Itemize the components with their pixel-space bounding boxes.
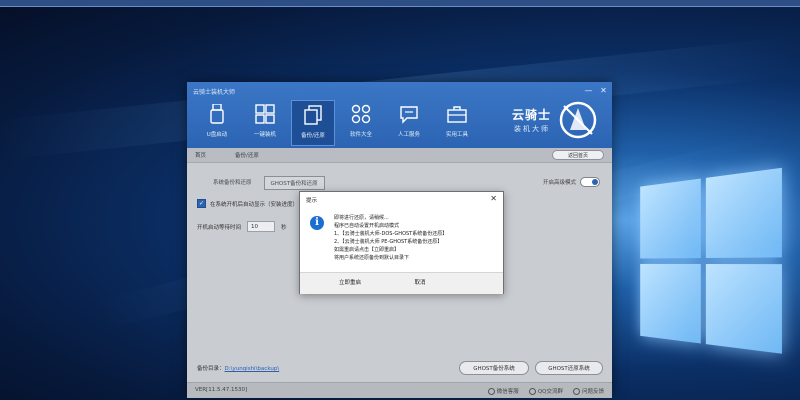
wait-time-label: 开机启动等待时间 bbox=[197, 223, 241, 231]
windows-logo-wallpaper bbox=[640, 167, 786, 359]
usb-icon bbox=[207, 104, 227, 124]
backup-dir-label: 备份目录： bbox=[197, 366, 225, 372]
dialog-line: 2、【云骑士装机大师 PE-GHOST系统备份还原】 bbox=[334, 238, 499, 246]
version-text: VER[11.5.47.1530] bbox=[195, 387, 247, 393]
nav-manual-service[interactable]: 人工服务 bbox=[387, 100, 431, 146]
tab-system-backup[interactable]: 系统备份和还原 bbox=[207, 176, 258, 190]
breadcrumb-home[interactable]: 首页 bbox=[195, 151, 206, 159]
advanced-mode-label: 开启高级模式 bbox=[543, 178, 576, 186]
dialog-line: 程序已自动设置开机启动模式 bbox=[334, 222, 499, 230]
ghost-restore-button[interactable]: GHOST还原系统 bbox=[535, 361, 603, 375]
brand-subtitle: 装机大师 bbox=[514, 124, 550, 134]
dialog-title: 提示 bbox=[306, 196, 317, 204]
status-bar: VER[11.5.47.1530] 微信客服 QQ交流群 问题反馈 bbox=[187, 382, 612, 398]
wait-time-input[interactable]: 10 bbox=[247, 221, 275, 232]
ghost-backup-button[interactable]: GHOST备份系统 bbox=[459, 361, 529, 375]
qq-icon bbox=[529, 388, 536, 395]
backup-dir-row: 备份目录：D:\yunqishi\backup\ bbox=[197, 364, 279, 372]
status-links: 微信客服 QQ交流群 问题反馈 bbox=[488, 387, 604, 395]
nav-label: 人工服务 bbox=[387, 130, 431, 138]
breadcrumb-current: 备份/还原 bbox=[235, 151, 259, 159]
backup-icon bbox=[303, 105, 323, 125]
chat-icon bbox=[399, 104, 419, 124]
nav-tools[interactable]: 实用工具 bbox=[435, 100, 479, 146]
nav-backup-restore[interactable]: 备份/还原 bbox=[291, 100, 335, 146]
breadcrumb: 首页 备份/还原 返回首页 bbox=[187, 148, 612, 163]
toolbox-icon bbox=[447, 104, 467, 124]
info-icon: i bbox=[310, 216, 324, 230]
nav-software[interactable]: 软件大全 bbox=[339, 100, 383, 146]
advanced-mode-toggle[interactable] bbox=[580, 177, 600, 187]
feedback-icon bbox=[573, 388, 580, 395]
advanced-mode: 开启高级模式 bbox=[543, 177, 600, 187]
dialog-line: 将用户系统还原备份到默认目录下 bbox=[334, 254, 499, 262]
status-link-qq[interactable]: QQ交流群 bbox=[529, 387, 563, 395]
prompt-dialog: 提示 ✕ i 即将进行还原，请稍候... 程序已自动设置开机启动模式 1、【云骑… bbox=[299, 191, 504, 294]
tab-ghost-backup[interactable]: GHOST备份和还原 bbox=[264, 176, 325, 190]
cancel-button[interactable]: 取消 bbox=[390, 278, 450, 289]
app-title: 云骑士装机大师 bbox=[193, 87, 235, 96]
main-nav: U盘启动 一键装机 备份/还原 软件大全 人工服务 实用工具 bbox=[195, 100, 479, 146]
dialog-line: 即将进行还原，请稍候... bbox=[334, 214, 499, 222]
backup-dir-link[interactable]: D:\yunqishi\backup\ bbox=[225, 366, 280, 372]
wechat-icon bbox=[488, 388, 495, 395]
window-controls: — ✕ bbox=[584, 86, 608, 95]
close-icon[interactable]: ✕ bbox=[599, 86, 608, 95]
nav-label: U盘启动 bbox=[195, 130, 239, 138]
top-window-strip bbox=[0, 0, 800, 7]
nav-usb-boot[interactable]: U盘启动 bbox=[195, 100, 239, 146]
dialog-line: 如需重启请点击【立即重启】 bbox=[334, 246, 499, 254]
apps-icon bbox=[351, 104, 371, 124]
nav-label: 备份/还原 bbox=[292, 131, 334, 139]
brand-logo: 云骑士 装机大师 bbox=[512, 100, 598, 140]
restart-now-button[interactable]: 立即重启 bbox=[320, 278, 380, 289]
status-link-wechat[interactable]: 微信客服 bbox=[488, 387, 519, 395]
brand-name: 云骑士 bbox=[512, 106, 551, 123]
knight-logo-icon bbox=[558, 100, 598, 140]
auto-display-option: ✓ 在系统开机后自动显示（安装进度） bbox=[197, 199, 298, 208]
dialog-button-bar: 立即重启 取消 bbox=[300, 272, 503, 294]
nav-one-click-install[interactable]: 一键装机 bbox=[243, 100, 287, 146]
nav-label: 实用工具 bbox=[435, 130, 479, 138]
close-icon[interactable]: ✕ bbox=[490, 194, 497, 203]
wait-time-row: 开机启动等待时间 10 秒 bbox=[197, 221, 287, 232]
auto-display-label: 在系统开机后自动显示（安装进度） bbox=[210, 200, 298, 208]
tab-bar: 系统备份和还原 GHOST备份和还原 bbox=[207, 176, 325, 190]
auto-display-checkbox[interactable]: ✓ bbox=[197, 199, 206, 208]
nav-label: 一键装机 bbox=[243, 130, 287, 138]
status-link-feedback[interactable]: 问题反馈 bbox=[573, 387, 604, 395]
back-home-button[interactable]: 返回首页 bbox=[552, 150, 604, 160]
windows-icon bbox=[255, 104, 275, 124]
dialog-line: 1、【云骑士装机大师-DOS-GHOST系统备份还原】 bbox=[334, 230, 499, 238]
wait-time-unit: 秒 bbox=[281, 223, 287, 231]
app-header: 云骑士装机大师 — ✕ U盘启动 一键装机 备份/还原 软件大全 人工服务 实用… bbox=[187, 82, 612, 148]
dialog-message: 即将进行还原，请稍候... 程序已自动设置开机启动模式 1、【云骑士装机大师-D… bbox=[334, 214, 499, 262]
nav-label: 软件大全 bbox=[339, 130, 383, 138]
minimize-icon[interactable]: — bbox=[584, 86, 593, 95]
